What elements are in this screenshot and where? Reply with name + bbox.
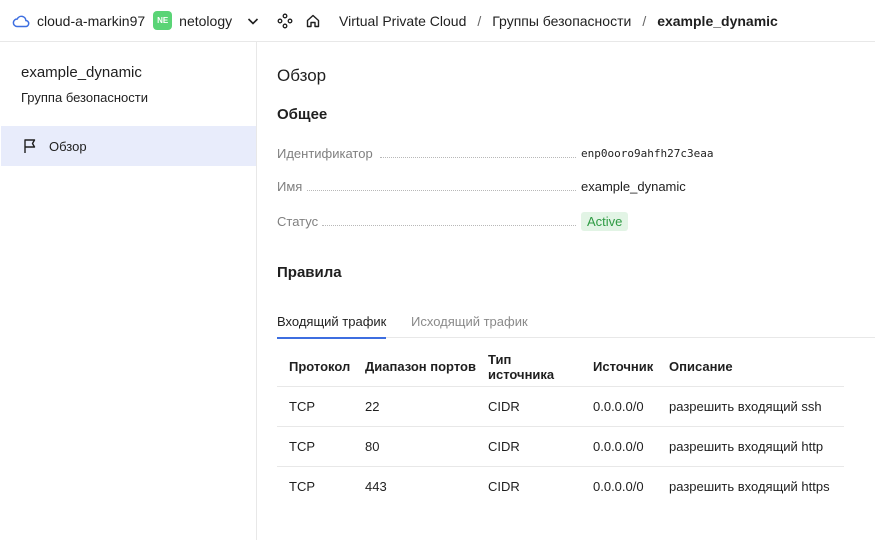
flag-icon bbox=[22, 138, 38, 154]
cell-source-type: CIDR bbox=[476, 386, 581, 427]
cell-source-type: CIDR bbox=[488, 478, 520, 494]
table-row[interactable]: TCP 80 CIDR 0.0.0.0/0 разрешить входящий… bbox=[277, 426, 844, 467]
section-rules-title: Правила bbox=[277, 264, 342, 281]
org-badge: NE bbox=[153, 11, 173, 30]
top-bar: cloud-a-markin97 NE netology Virtual Pri… bbox=[0, 0, 875, 42]
prop-value-id: enp0ooro9ahfh27c3eaa bbox=[581, 146, 714, 160]
page-title: Обзор bbox=[277, 66, 327, 85]
sidebar: example_dynamic Группа безопасности Обзо… bbox=[0, 42, 257, 540]
prop-label: Статус bbox=[277, 213, 319, 229]
column-header: Тип источника bbox=[476, 348, 581, 387]
tab-inbound[interactable]: Входящий трафик bbox=[277, 314, 387, 339]
traffic-tabs: Входящий трафик Исходящий трафик bbox=[277, 310, 875, 339]
sidebar-item-overview[interactable]: Обзор bbox=[1, 126, 256, 166]
rules-table: Протокол Диапазон портов Тип источника И… bbox=[277, 348, 844, 506]
column-header: Источник bbox=[581, 348, 657, 387]
breadcrumb: Virtual Private Cloud / Группы безопасно… bbox=[265, 0, 778, 42]
cell-port-range: 22 bbox=[353, 386, 476, 427]
prop-value-name: example_dynamic bbox=[581, 178, 686, 194]
tab-outbound[interactable]: Исходящий трафик bbox=[411, 314, 528, 338]
cell-port-range: 80 bbox=[353, 426, 476, 467]
status-badge: Active bbox=[581, 211, 629, 231]
dotted-leader bbox=[307, 190, 576, 191]
services-icon[interactable] bbox=[277, 13, 293, 29]
column-header: Описание bbox=[657, 348, 844, 387]
sidebar-subtitle: Группа безопасности bbox=[21, 90, 148, 105]
column-header: Диапазон портов bbox=[353, 348, 476, 387]
prop-row-id: Идентификатор enp0ooro9ahfh27c3eaa bbox=[277, 143, 737, 163]
cloud-icon bbox=[12, 14, 30, 28]
dotted-leader bbox=[380, 157, 576, 158]
prop-row-status: Статус Active bbox=[277, 211, 737, 231]
cell-source: 0.0.0.0/0 bbox=[581, 426, 657, 467]
sidebar-title: example_dynamic bbox=[21, 64, 142, 81]
cell-description: разрешить входящий https bbox=[669, 478, 830, 494]
cell-source: 0.0.0.0/0 bbox=[581, 386, 657, 427]
breadcrumb-separator: / bbox=[477, 12, 482, 29]
table-header-row: Протокол Диапазон портов Тип источника И… bbox=[277, 348, 844, 387]
table-row[interactable]: TCP 443 CIDR 0.0.0.0/0 разрешить входящи… bbox=[277, 466, 844, 506]
org-name: netology bbox=[179, 12, 233, 29]
chevron-down-icon[interactable] bbox=[246, 14, 260, 28]
cell-description: разрешить входящий ssh bbox=[657, 386, 844, 427]
breadcrumb-security-groups[interactable]: Группы безопасности bbox=[492, 13, 631, 29]
breadcrumb-vpc[interactable]: Virtual Private Cloud bbox=[339, 13, 466, 29]
prop-value-status: Active bbox=[581, 211, 629, 231]
column-header: Протокол bbox=[277, 348, 353, 387]
cloud-selector[interactable]: cloud-a-markin97 NE netology bbox=[0, 0, 265, 42]
cell-protocol: TCP bbox=[277, 426, 353, 467]
section-general-title: Общее bbox=[277, 106, 328, 123]
table-row[interactable]: TCP 22 CIDR 0.0.0.0/0 разрешить входящий… bbox=[277, 386, 844, 427]
home-icon[interactable] bbox=[305, 13, 321, 29]
cell-source: 0.0.0.0/0 bbox=[593, 478, 644, 494]
cell-port-range: 443 bbox=[365, 478, 387, 494]
cell-protocol: TCP bbox=[289, 478, 315, 494]
sidebar-item-label: Обзор bbox=[49, 138, 87, 154]
dotted-leader bbox=[322, 225, 576, 226]
breadcrumb-separator: / bbox=[642, 12, 647, 29]
breadcrumb-current: example_dynamic bbox=[657, 12, 778, 29]
cell-protocol: TCP bbox=[277, 386, 353, 427]
prop-row-name: Имя example_dynamic bbox=[277, 176, 737, 196]
prop-label: Идентификатор bbox=[277, 145, 373, 161]
cloud-name: cloud-a-markin97 bbox=[37, 12, 146, 29]
cell-description: разрешить входящий http bbox=[657, 426, 844, 467]
cell-source-type: CIDR bbox=[476, 426, 581, 467]
prop-label: Имя bbox=[277, 178, 303, 194]
